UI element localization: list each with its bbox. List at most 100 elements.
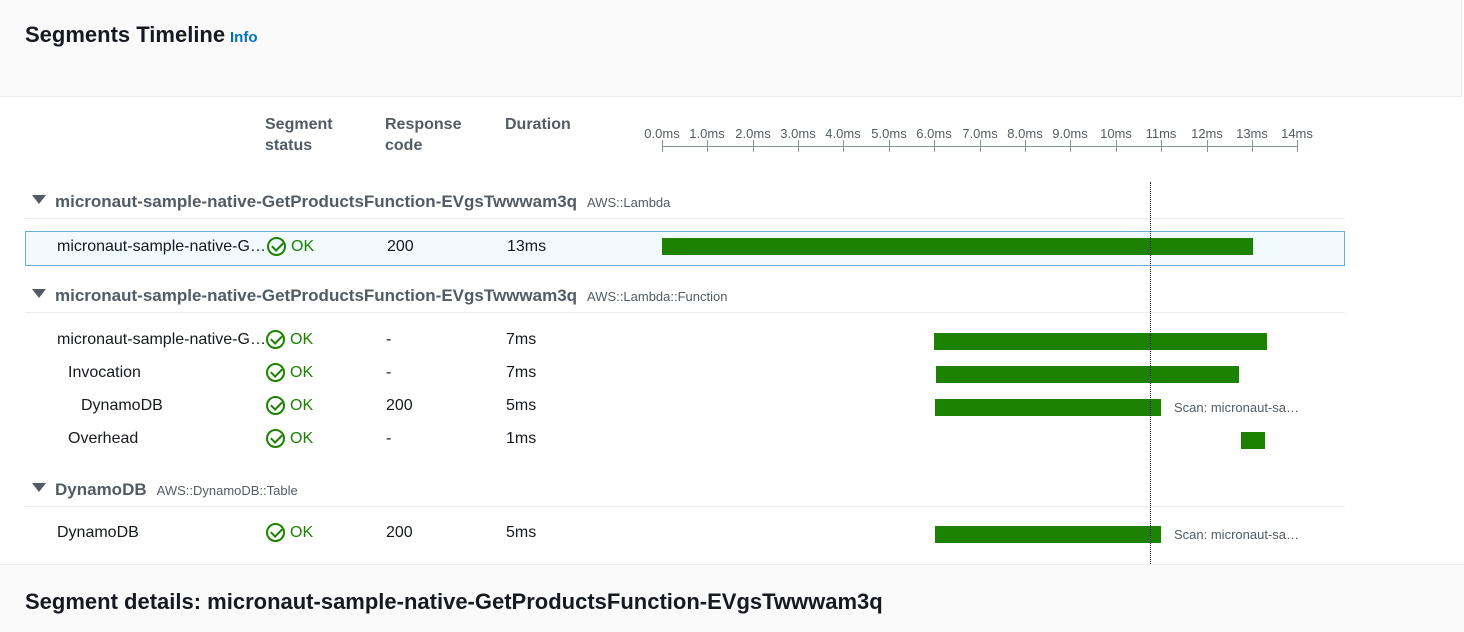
check-circle-icon — [266, 363, 285, 382]
response-code: 200 — [386, 524, 413, 541]
tick-label: 12ms — [1191, 126, 1223, 141]
tick-mark — [934, 140, 935, 152]
duration: 13ms — [507, 238, 547, 255]
group-name: DynamoDB AWS::DynamoDB::Table — [55, 480, 298, 500]
tick-label: 2.0ms — [735, 126, 771, 141]
tick-label: 0.0ms — [644, 126, 680, 141]
segment-name: micronaut-sample-native-GetProductsFunct… — [57, 331, 267, 348]
check-circle-icon — [266, 330, 285, 349]
check-circle-icon — [266, 523, 285, 542]
tick-label: 14ms — [1281, 126, 1313, 141]
segment-status-header-line2: status — [265, 137, 313, 154]
tick-mark — [1070, 140, 1071, 152]
timeline-header: Segments Timeline Info — [0, 0, 1462, 97]
tick-mark — [980, 140, 981, 152]
tick-label: 5.0ms — [871, 126, 907, 141]
tick-mark — [1297, 140, 1298, 152]
tick-label: 6.0ms — [916, 126, 952, 141]
duration: 7ms — [506, 364, 537, 381]
bar-annotation: Scan: micronaut-sa… — [1174, 400, 1299, 415]
tick-label: 11ms — [1145, 126, 1177, 141]
segment-name: micronaut-sample-native-GetProductsFunct… — [57, 238, 267, 255]
segment-status: OK — [266, 363, 313, 382]
tick-label: 1.0ms — [689, 126, 725, 141]
response-code-header: Response code — [385, 114, 461, 156]
status-text: OK — [290, 330, 314, 348]
response-code: - — [386, 430, 392, 447]
time-marker-line — [1150, 182, 1151, 564]
tick-label: 7.0ms — [962, 126, 998, 141]
tick-label: 9.0ms — [1052, 126, 1088, 141]
tick-mark — [798, 140, 799, 152]
status-text: OK — [291, 237, 315, 255]
segment-name: DynamoDB — [81, 397, 163, 414]
segment-status-header: Segment status — [265, 114, 333, 156]
tick-label: 3.0ms — [780, 126, 816, 141]
tick-mark — [662, 140, 663, 152]
tick-label: 4.0ms — [825, 126, 861, 141]
bar-annotation: Scan: micronaut-sa… — [1174, 527, 1299, 542]
segment-row[interactable]: Overhead OK - 1ms — [25, 424, 1345, 457]
response-code: 200 — [386, 397, 413, 414]
segment-name: Overhead — [68, 430, 139, 447]
tick-label: 10ms — [1100, 126, 1132, 141]
group-type: AWS::Lambda::Function — [587, 289, 728, 304]
segment-name: Invocation — [68, 364, 141, 381]
segment-status: OK — [267, 237, 314, 256]
response-code: - — [386, 364, 392, 381]
tick-mark — [1252, 140, 1253, 152]
tick-mark — [707, 140, 708, 152]
duration: 1ms — [506, 430, 537, 447]
segment-status-header-line1: Segment — [265, 116, 333, 133]
tick-mark — [843, 140, 844, 152]
group-name-text: DynamoDB — [55, 480, 147, 499]
segment-status: OK — [266, 429, 313, 448]
page-title: Segments Timeline — [25, 22, 226, 47]
duration: 5ms — [506, 397, 537, 414]
caret-down-icon[interactable] — [32, 483, 46, 492]
check-circle-icon — [266, 396, 285, 415]
tick-mark — [1025, 140, 1026, 152]
tick-mark — [889, 140, 890, 152]
info-link[interactable]: Info — [230, 29, 258, 46]
timeline-bar[interactable] — [935, 399, 1161, 416]
segment-name: DynamoDB — [57, 524, 139, 541]
status-text: OK — [290, 363, 314, 381]
response-code: 200 — [387, 238, 414, 255]
group-type: AWS::Lambda — [587, 195, 671, 210]
segment-details-header: Segment details: micronaut-sample-native… — [0, 564, 1464, 632]
segment-group[interactable]: micronaut-sample-native-GetProductsFunct… — [25, 279, 1345, 313]
timeline-bar[interactable] — [935, 526, 1161, 543]
timeline-bar[interactable] — [936, 366, 1239, 383]
tick-label: 13ms — [1236, 126, 1268, 141]
tick-mark — [1207, 140, 1208, 152]
segment-status: OK — [266, 396, 313, 415]
segment-group[interactable]: micronaut-sample-native-GetProductsFunct… — [25, 185, 1345, 219]
segment-group[interactable]: DynamoDB AWS::DynamoDB::Table — [25, 473, 1345, 507]
group-name-text: micronaut-sample-native-GetProductsFunct… — [55, 192, 578, 211]
duration-header: Duration — [505, 116, 571, 133]
caret-down-icon[interactable] — [32, 289, 46, 298]
response-code-header-line2: code — [385, 137, 423, 154]
timeline-bar[interactable] — [934, 333, 1267, 350]
status-text: OK — [290, 429, 314, 447]
tick-label: 8.0ms — [1007, 126, 1043, 141]
group-name: micronaut-sample-native-GetProductsFunct… — [55, 192, 670, 212]
check-circle-icon — [266, 429, 285, 448]
tick-mark — [753, 140, 754, 152]
segment-status: OK — [266, 523, 313, 542]
duration: 7ms — [506, 331, 537, 348]
tick-mark — [1116, 140, 1117, 152]
caret-down-icon[interactable] — [32, 195, 46, 204]
time-axis-line — [662, 146, 1298, 147]
duration: 5ms — [506, 524, 537, 541]
status-text: OK — [290, 396, 314, 414]
segment-status: OK — [266, 330, 313, 349]
tick-mark — [1161, 140, 1162, 152]
segment-details-title: Segment details: micronaut-sample-native… — [25, 589, 883, 614]
group-name-text: micronaut-sample-native-GetProductsFunct… — [55, 286, 578, 305]
response-code: - — [386, 331, 392, 348]
timeline-bar[interactable] — [662, 238, 1253, 255]
check-circle-icon — [267, 237, 286, 256]
timeline-bar[interactable] — [1241, 432, 1265, 449]
